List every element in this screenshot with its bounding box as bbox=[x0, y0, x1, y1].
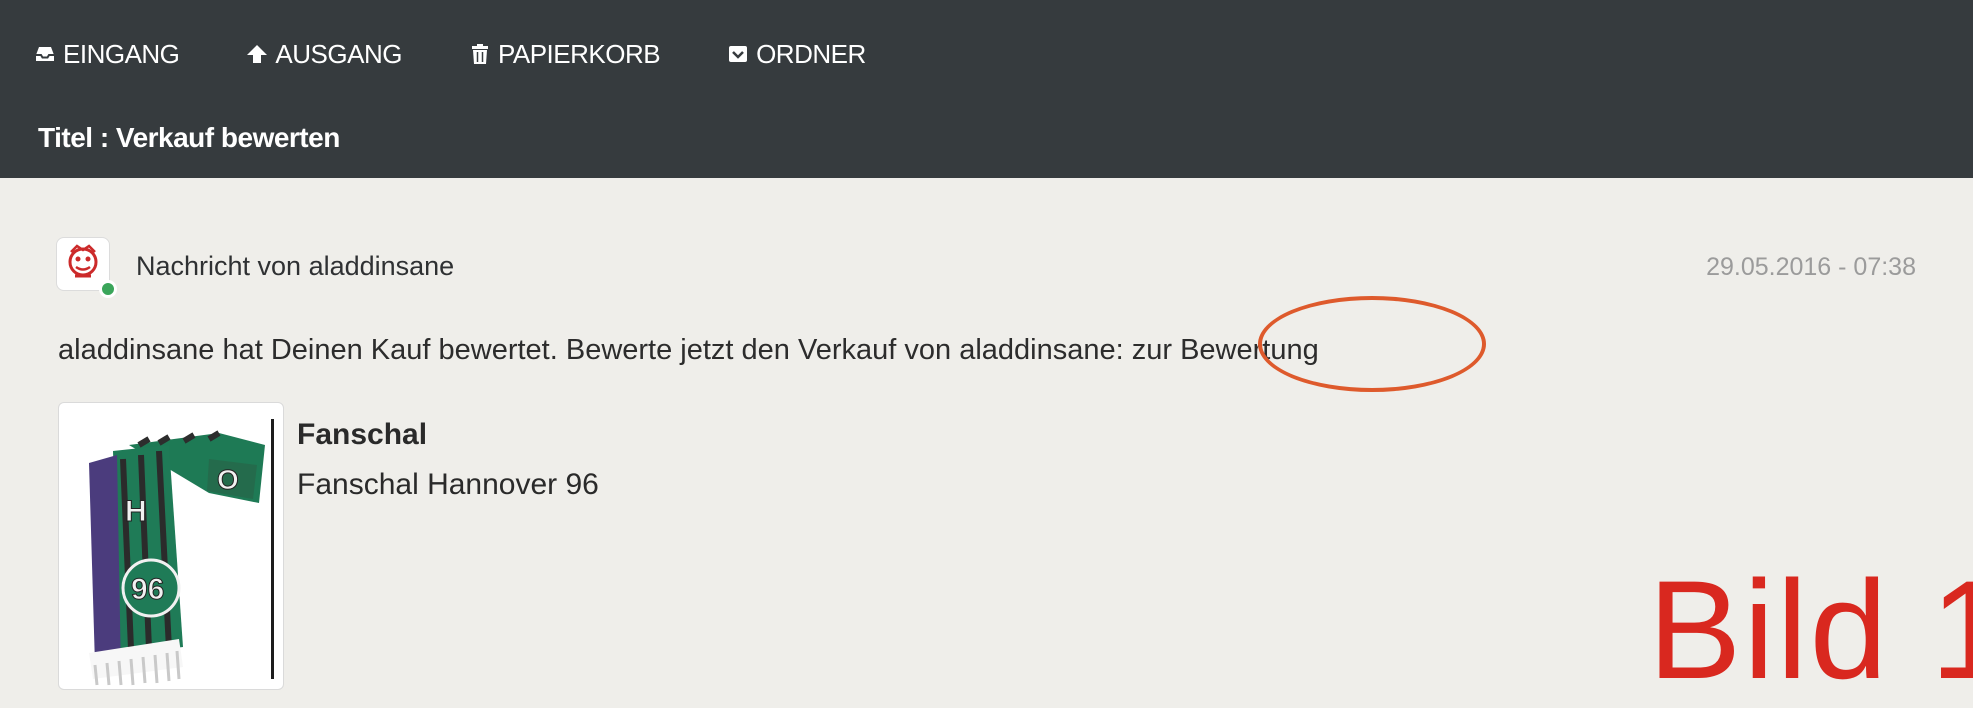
rating-link[interactable]: zur Bewertung bbox=[1132, 334, 1319, 366]
product-title[interactable]: Fanschal bbox=[297, 418, 427, 452]
online-status-icon bbox=[99, 280, 117, 298]
inbox-icon bbox=[36, 47, 54, 61]
svg-text:96: 96 bbox=[131, 573, 164, 606]
message-body: aladdinsane hat Deinen Kauf bewertet. Be… bbox=[58, 334, 1319, 367]
trash-icon bbox=[471, 44, 488, 64]
avatar[interactable] bbox=[56, 237, 117, 298]
thread-title: Titel : Verkauf bewerten bbox=[38, 122, 340, 153]
tab-label: EINGANG bbox=[63, 38, 180, 69]
product-thumbnail[interactable]: O H 96 bbox=[58, 402, 284, 690]
tab-ausgang[interactable]: AUSGANG bbox=[245, 39, 402, 70]
message-sender: Nachricht von aladdinsane bbox=[136, 251, 455, 281]
tab-label: PAPIERKORB bbox=[497, 38, 661, 69]
thumbnail-divider bbox=[271, 419, 274, 679]
annotation-label: Bild 1 bbox=[1648, 551, 1973, 708]
tab-label: ORDNER bbox=[756, 38, 866, 69]
arrow-up-icon bbox=[247, 45, 268, 63]
svg-text:H: H bbox=[125, 495, 147, 528]
tab-papierkorb[interactable]: PAPIERKORB bbox=[468, 38, 661, 70]
scarf-image: O H 96 bbox=[89, 430, 265, 686]
mailbox-tabs: EINGANG AUSGANG PAPIERKORB ORDNER bbox=[33, 34, 932, 74]
mailbox-header: EINGANG AUSGANG PAPIERKORB ORDNER Titel … bbox=[0, 0, 1973, 178]
tab-label: AUSGANG bbox=[275, 38, 402, 69]
message-date: 29.05.2016 - 07:38 bbox=[1706, 253, 1916, 281]
message-header: Nachricht von aladdinsane 29.05.2016 - 0… bbox=[56, 237, 1916, 298]
tab-ordner[interactable]: ORDNER bbox=[726, 39, 866, 70]
product-subtitle: Fanschal Hannover 96 bbox=[297, 468, 599, 501]
message-text: aladdinsane hat Deinen Kauf bewertet. Be… bbox=[58, 334, 1132, 366]
tab-eingang[interactable]: EINGANG bbox=[33, 38, 180, 70]
svg-text:O: O bbox=[217, 464, 239, 495]
folder-icon bbox=[729, 46, 748, 62]
